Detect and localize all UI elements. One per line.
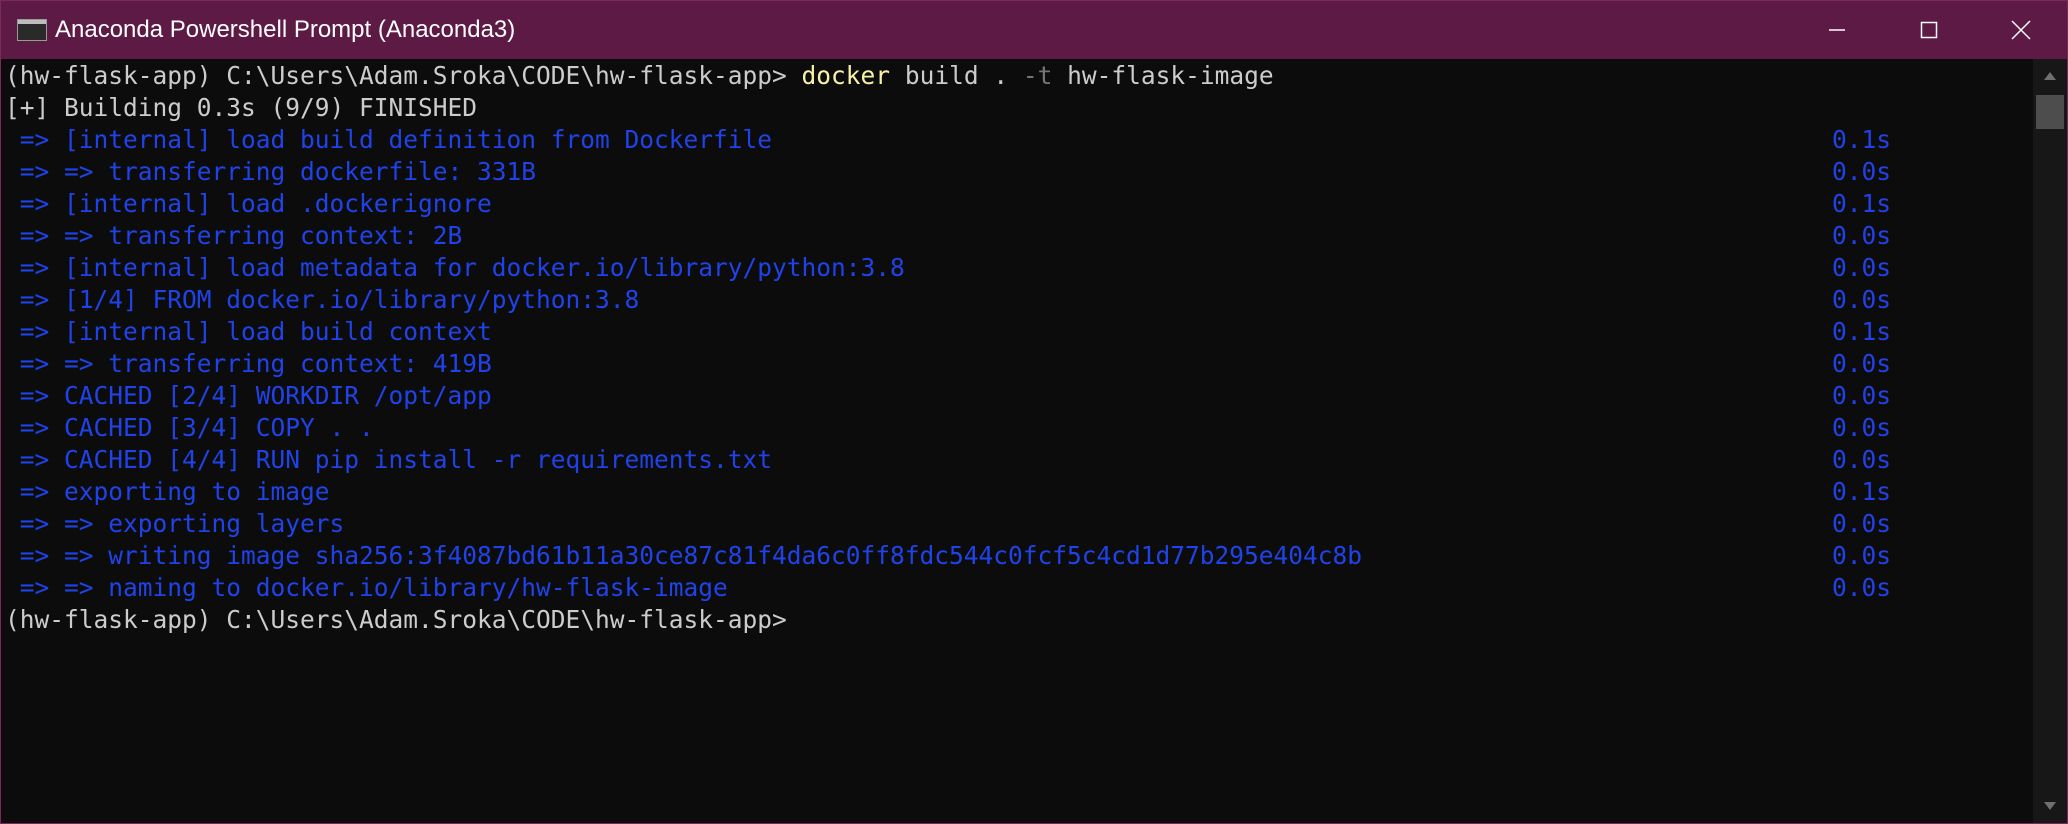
command-flag: -t [1022,61,1053,90]
command-tag: hw-flask-image [1067,61,1274,90]
build-step: => [1/4] FROM docker.io/library/python:3… [5,285,640,314]
build-step: => [internal] load metadata for docker.i… [5,253,905,282]
close-button[interactable] [1975,1,2067,59]
step-duration: 0.0s [1832,541,1892,570]
step-duration: 0.0s [1832,285,1892,314]
prompt-text: (hw-flask-app) C:\Users\Adam.Sroka\CODE\… [5,61,787,90]
step-duration: 0.0s [1832,253,1892,282]
build-step: => exporting to image [5,477,330,506]
build-step: => CACHED [3/4] COPY . . [5,413,374,442]
step-duration: 0.0s [1832,157,1892,186]
build-step: => => exporting layers [5,509,345,538]
final-prompt: (hw-flask-app) C:\Users\Adam.Sroka\CODE\… [5,605,787,634]
build-status: [+] Building 0.3s (9/9) FINISHED [5,93,478,122]
build-step: => => transferring context: 419B [5,349,492,378]
step-duration: 0.0s [1832,445,1892,474]
build-step: => => transferring dockerfile: 331B [5,157,537,186]
build-step: => CACHED [4/4] RUN pip install -r requi… [5,445,773,474]
close-icon [2011,20,2031,40]
step-duration: 0.0s [1832,221,1892,250]
terminal-window: Anaconda Powershell Prompt (Anaconda3) (… [0,0,2068,824]
vertical-scrollbar[interactable] [2033,59,2067,823]
build-step: => => writing image sha256:3f4087bd61b11… [5,541,1363,570]
build-step: => => naming to docker.io/library/hw-fla… [5,573,728,602]
maximize-button[interactable] [1883,1,1975,59]
command-args: build . [904,61,1009,90]
window-title: Anaconda Powershell Prompt (Anaconda3) [55,16,516,43]
step-duration: 0.1s [1832,317,1892,346]
build-step: => CACHED [2/4] WORKDIR /opt/app [5,381,492,410]
command-name: docker [801,61,891,90]
step-duration: 0.0s [1832,381,1892,410]
minimize-icon [1829,29,1845,31]
step-duration: 0.0s [1832,349,1892,378]
title-bar[interactable]: Anaconda Powershell Prompt (Anaconda3) [1,1,2067,59]
chevron-down-icon [2044,802,2056,810]
terminal-output[interactable]: (hw-flask-app) C:\Users\Adam.Sroka\CODE\… [1,59,2031,823]
console-icon [17,19,47,41]
step-duration: 0.1s [1832,189,1892,218]
step-duration: 0.0s [1832,413,1892,442]
build-step: => [internal] load build context [5,317,492,346]
scroll-up-button[interactable] [2033,61,2067,91]
maximize-icon [1920,21,1938,39]
step-duration: 0.0s [1832,573,1892,602]
step-duration: 0.1s [1832,477,1892,506]
command-line: (hw-flask-app) C:\Users\Adam.Sroka\CODE\… [5,60,1274,92]
scroll-down-button[interactable] [2033,791,2067,821]
step-duration: 0.0s [1832,509,1892,538]
build-step: => [internal] load build definition from… [5,125,773,154]
scrollbar-thumb[interactable] [2036,95,2064,129]
window-controls [1791,1,2067,59]
step-duration: 0.1s [1832,125,1892,154]
chevron-up-icon [2044,72,2056,80]
minimize-button[interactable] [1791,1,1883,59]
build-step: => => transferring context: 2B [5,221,463,250]
build-step: => [internal] load .dockerignore [5,189,492,218]
